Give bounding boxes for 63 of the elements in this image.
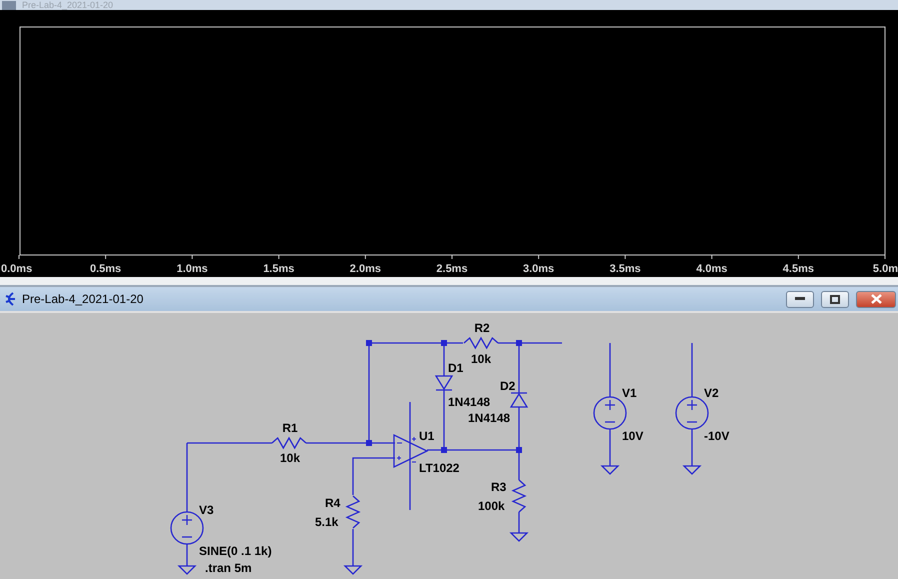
maximize-button[interactable]	[821, 290, 849, 308]
axis-tick-label: 3.5ms	[610, 263, 641, 275]
component-label: LT1022	[419, 461, 460, 475]
ground-icon	[509, 532, 529, 542]
component-label: U1	[419, 429, 434, 443]
axis-tick-label: 1.5ms	[263, 263, 294, 275]
resistor-symbol	[345, 496, 361, 528]
diode-symbol	[435, 375, 454, 391]
minimize-icon	[795, 297, 805, 301]
component-label: 1N4148	[468, 411, 510, 425]
resistor-symbol	[272, 436, 306, 450]
axis-tick-label: 2.0ms	[350, 263, 381, 275]
wire	[186, 544, 188, 566]
close-button[interactable]	[856, 290, 896, 308]
wire	[352, 529, 354, 566]
axis-tick-label: 0.5ms	[90, 263, 122, 275]
component-label: R1	[282, 421, 298, 435]
component-label: R3	[491, 480, 506, 494]
component-label: V2	[704, 386, 719, 400]
axis-tick-label: 5.0m	[872, 263, 898, 275]
diode-symbol	[510, 392, 528, 408]
wire	[352, 457, 395, 495]
axis-tick-label: 3.0ms	[523, 263, 554, 275]
wire	[518, 512, 520, 533]
simulation-directive: .tran 5m	[205, 561, 252, 575]
resistor-symbol	[511, 480, 527, 512]
ground-icon	[682, 465, 702, 475]
component-label: 10k	[470, 352, 492, 366]
resistor-symbol	[464, 336, 498, 350]
axis-tick-label: 4.0ms	[696, 263, 728, 275]
axis-tick-label: 4.5ms	[782, 263, 814, 275]
ground-icon	[600, 465, 620, 475]
maximize-icon	[830, 294, 840, 304]
wire	[691, 343, 693, 397]
window-title: Pre-Lab-4_2021-01-20	[22, 292, 144, 306]
voltage-source-symbol	[675, 396, 709, 430]
component-label: 1N4148	[448, 395, 490, 409]
component-label: 100k	[478, 499, 505, 513]
component-label: 5.1k	[315, 515, 338, 529]
component-label: V1	[622, 386, 637, 400]
ground-icon	[343, 565, 363, 575]
axis-tick-label: 0.0ms	[1, 263, 32, 275]
component-label: -10V	[704, 429, 730, 443]
component-label: R4	[325, 496, 340, 510]
wire	[609, 429, 611, 466]
ground-icon	[177, 565, 197, 575]
component-label: D1	[448, 361, 464, 375]
minimize-button[interactable]	[786, 290, 814, 308]
close-icon	[870, 294, 882, 304]
wire	[609, 343, 611, 397]
component-label: 10k	[280, 451, 300, 465]
component-label: D2	[500, 379, 516, 393]
component-label: 10V	[622, 429, 644, 443]
component-label: SINE(0 .1 1k)	[199, 544, 272, 558]
axis-tick-label: 2.5ms	[436, 263, 468, 275]
component-label: V3	[199, 503, 214, 517]
voltage-source-symbol	[593, 396, 627, 430]
axis-tick-label: 1.0ms	[176, 263, 208, 275]
window-title: Pre-Lab-4_2021-01-20	[22, 0, 114, 10]
wire	[691, 429, 693, 466]
app-logo-icon	[4, 292, 16, 306]
window-icon	[2, 0, 16, 10]
component-label: R2	[474, 321, 490, 335]
